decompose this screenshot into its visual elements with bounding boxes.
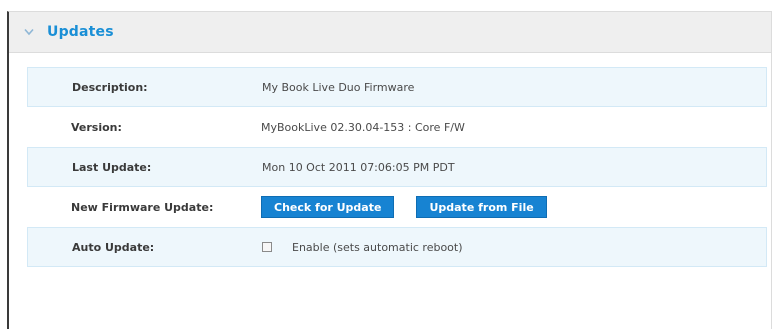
auto-update-checkbox-label[interactable]: Enable (sets automatic reboot) — [292, 241, 463, 254]
row-description: Description: My Book Live Duo Firmware — [27, 67, 767, 107]
version-value: MyBookLive 02.30.04-153 : Core F/W — [261, 120, 465, 134]
section-header[interactable]: Updates — [9, 12, 771, 53]
new-firmware-label: New Firmware Update: — [71, 200, 214, 214]
description-value: My Book Live Duo Firmware — [262, 80, 415, 94]
version-label: Version: — [71, 120, 122, 134]
description-label: Description: — [72, 80, 148, 94]
updates-panel: Updates Description: My Book Live Duo Fi… — [7, 11, 772, 329]
last-update-value: Mon 10 Oct 2011 07:06:05 PM PDT — [262, 160, 455, 174]
last-update-label: Last Update: — [72, 160, 152, 174]
row-new-firmware: New Firmware Update: Check for Update Up… — [27, 187, 767, 227]
row-version: Version: MyBookLive 02.30.04-153 : Core … — [27, 107, 767, 147]
check-for-update-button[interactable]: Check for Update — [261, 196, 395, 218]
updates-table: Description: My Book Live Duo Firmware V… — [27, 67, 767, 267]
auto-update-control: Enable (sets automatic reboot) — [262, 241, 463, 254]
row-auto-update: Auto Update: Enable (sets automatic rebo… — [27, 227, 767, 267]
auto-update-label: Auto Update: — [72, 240, 155, 254]
section-title: Updates — [47, 24, 114, 40]
row-last-update: Last Update: Mon 10 Oct 2011 07:06:05 PM… — [27, 147, 767, 187]
auto-update-checkbox[interactable] — [262, 242, 272, 252]
chevron-down-icon[interactable] — [22, 25, 36, 39]
update-from-file-button[interactable]: Update from File — [416, 196, 547, 218]
